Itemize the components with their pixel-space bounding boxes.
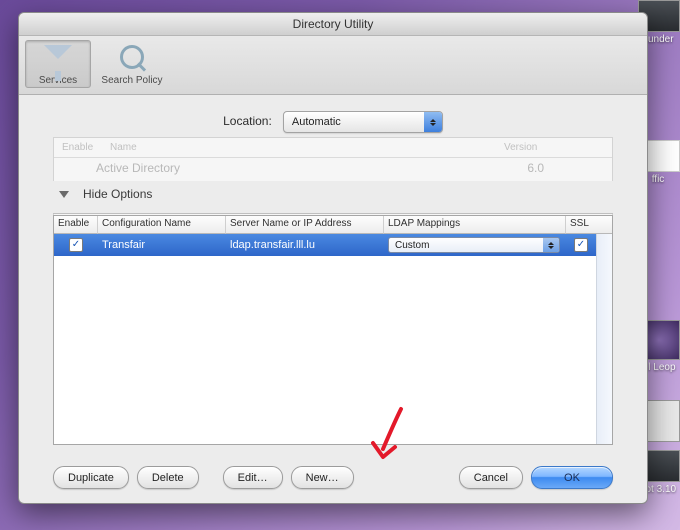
new-button[interactable]: New… <box>291 466 354 489</box>
column-enable[interactable]: Enable <box>54 216 98 234</box>
vertical-scrollbar[interactable] <box>596 234 612 444</box>
desktop: hunder ffic Gl Leop hot 3.10 Directory U… <box>0 0 680 530</box>
column-ldap-mappings[interactable]: LDAP Mappings <box>384 216 566 234</box>
cell-config-name: Transfair <box>98 239 226 251</box>
select-arrows-icon <box>424 112 442 132</box>
ldap-mappings-select[interactable]: Custom <box>388 237 560 253</box>
content-pane: Location: Automatic Enable Name Version … <box>19 95 647 503</box>
table-body: ✓ Transfair ldap.transfair.lll.lu Custom <box>54 234 612 444</box>
window-titlebar[interactable]: Directory Utility <box>19 13 647 36</box>
select-arrows-icon <box>543 238 559 252</box>
column-server[interactable]: Server Name or IP Address <box>226 216 384 234</box>
toolbar-search-policy[interactable]: Search Policy <box>91 40 173 88</box>
window-title: Directory Utility <box>293 17 374 31</box>
column-ssl[interactable]: SSL <box>566 216 596 234</box>
button-row: Duplicate Delete Edit… New… Cancel OK <box>53 466 613 489</box>
toolbar-services[interactable]: Services <box>25 40 91 88</box>
toolbar-item-label: Search Policy <box>94 75 170 86</box>
column-config-name[interactable]: Configuration Name <box>98 216 226 234</box>
toolbar: Services Search Policy <box>19 36 647 95</box>
services-icon <box>42 45 74 73</box>
enable-checkbox[interactable]: ✓ <box>69 238 83 252</box>
cancel-button[interactable]: Cancel <box>459 466 523 489</box>
directory-utility-window: Directory Utility Services Search Policy… <box>18 12 648 504</box>
location-label: Location: <box>223 114 272 128</box>
ldap-config-table: Enable Configuration Name Server Name or… <box>53 215 613 445</box>
disclosure-triangle-icon <box>59 191 69 198</box>
ssl-checkbox[interactable]: ✓ <box>574 238 588 252</box>
ldap-mappings-value: Custom <box>395 240 429 251</box>
search-policy-icon <box>116 45 148 73</box>
options-toggle-label: Hide Options <box>83 187 152 201</box>
ok-button[interactable]: OK <box>531 466 613 489</box>
location-select[interactable]: Automatic <box>283 111 443 133</box>
edit-button[interactable]: Edit… <box>223 466 283 489</box>
table-header: Enable Configuration Name Server Name or… <box>54 216 612 234</box>
cell-server: ldap.transfair.lll.lu <box>226 239 384 251</box>
options-toggle-row[interactable]: Hide Options <box>53 181 613 214</box>
location-row: Location: Automatic <box>47 111 619 133</box>
duplicate-button[interactable]: Duplicate <box>53 466 129 489</box>
delete-button[interactable]: Delete <box>137 466 199 489</box>
table-row[interactable]: ✓ Transfair ldap.transfair.lll.lu Custom <box>54 234 596 256</box>
scrollbar-header <box>596 216 612 234</box>
location-value: Automatic <box>292 116 341 128</box>
